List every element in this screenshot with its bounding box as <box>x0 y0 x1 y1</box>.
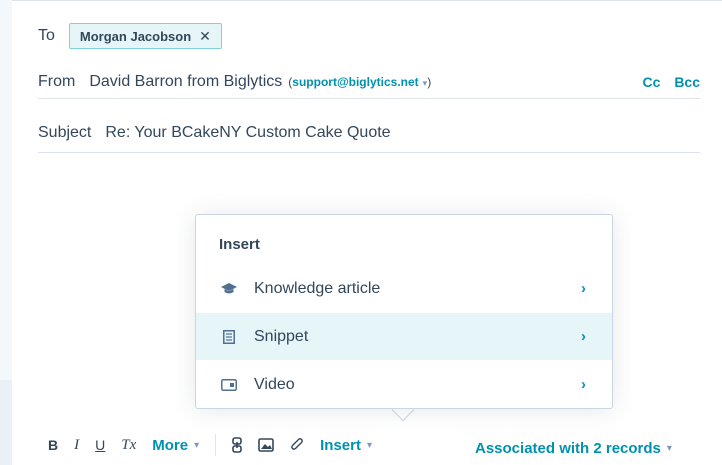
chevron-down-icon: ▾ <box>666 443 672 454</box>
cc-link[interactable]: Cc <box>643 74 661 90</box>
from-name: David Barron from Biglytics <box>89 72 283 90</box>
remove-recipient-icon[interactable]: ✕ <box>199 28 211 45</box>
chevron-right-icon: › <box>581 328 586 345</box>
from-email-close-paren: ) <box>427 74 432 89</box>
menu-item-video[interactable]: Video › <box>196 361 612 408</box>
menu-item-label: Snippet <box>254 327 309 345</box>
subject-row[interactable]: Subject Re: Your BCakeNY Custom Cake Quo… <box>38 113 700 153</box>
chevron-right-icon: › <box>581 280 586 297</box>
image-icon[interactable] <box>258 438 274 452</box>
clear-formatting-button[interactable]: Tx <box>121 437 136 454</box>
associated-label: Associated with 2 records <box>475 440 661 457</box>
associated-records-dropdown[interactable]: Associated with 2 records ▾ <box>475 440 672 457</box>
menu-item-snippet[interactable]: Snippet › <box>196 313 612 360</box>
more-label: More <box>152 436 189 454</box>
to-label: To <box>38 27 55 44</box>
toolbar-divider <box>215 434 217 456</box>
chevron-down-icon: ▾ <box>194 439 200 451</box>
to-row: To Morgan Jacobson ✕ <box>38 23 700 49</box>
menu-item-label: Video <box>254 375 295 393</box>
insert-label: Insert <box>320 436 361 454</box>
from-email-select[interactable]: (support@biglytics.net ▾) <box>288 75 431 89</box>
chevron-right-icon: › <box>581 376 586 393</box>
chevron-down-icon: ▾ <box>366 439 373 451</box>
more-button[interactable]: More ▾ <box>152 437 199 454</box>
background-strip <box>0 380 12 465</box>
graduation-cap-icon <box>220 281 238 297</box>
insert-menu-header: Insert <box>219 236 260 253</box>
subject-input[interactable]: Re: Your BCakeNY Custom Cake Quote <box>105 124 390 142</box>
recipient-name: Morgan Jacobson <box>79 28 192 44</box>
underline-button[interactable]: U <box>95 437 105 453</box>
formatting-toolbar: B I U Tx More ▾ Insert ▾ <box>48 430 388 460</box>
from-label: From <box>38 72 76 90</box>
italic-button[interactable]: I <box>74 437 79 454</box>
menu-item-knowledge-article[interactable]: Knowledge article › <box>196 265 612 312</box>
from-row: From David Barron from Biglytics (suppor… <box>38 65 700 99</box>
menu-item-label: Knowledge article <box>254 279 381 297</box>
bold-button[interactable]: B <box>48 437 58 453</box>
attachment-icon[interactable] <box>290 437 304 453</box>
subject-label: Subject <box>38 123 92 141</box>
recipient-chip[interactable]: Morgan Jacobson ✕ <box>68 23 222 49</box>
cc-bcc-links: Cc Bcc <box>633 74 700 90</box>
link-icon[interactable] <box>232 437 242 453</box>
insert-button[interactable]: Insert ▾ <box>320 437 372 454</box>
bcc-link[interactable]: Bcc <box>674 74 700 90</box>
from-email-address: support@biglytics.net <box>292 74 419 89</box>
video-icon <box>220 377 238 393</box>
document-icon <box>220 329 238 345</box>
